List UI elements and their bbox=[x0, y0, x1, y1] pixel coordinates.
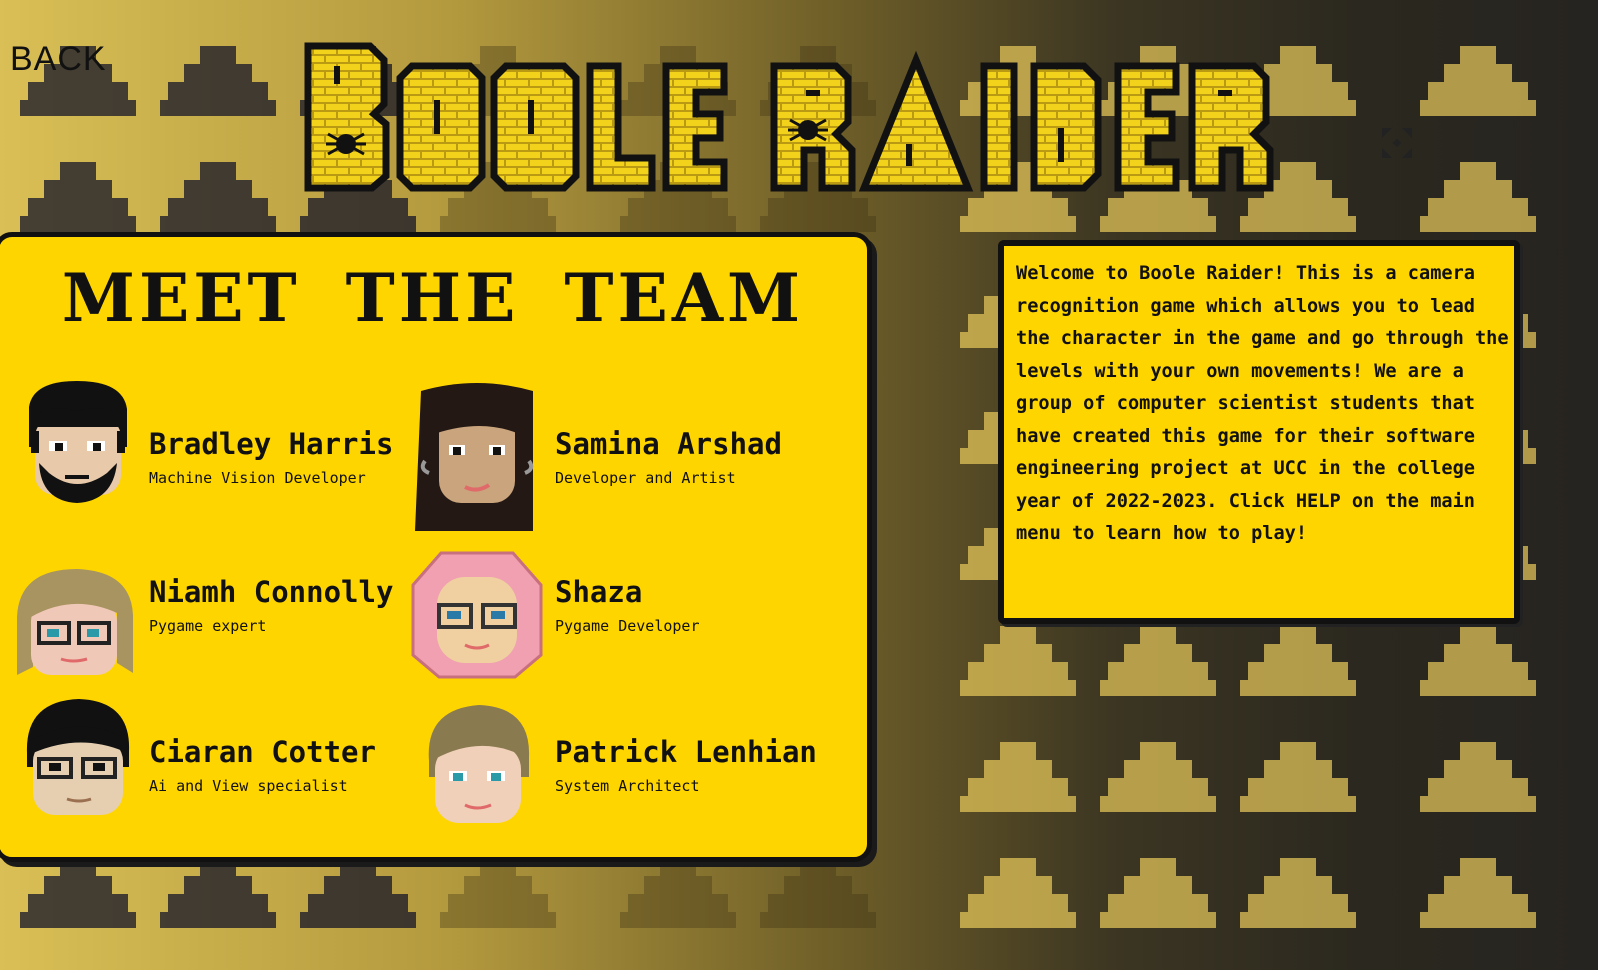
avatar-shaza bbox=[411, 551, 543, 679]
pyramid-tile bbox=[1240, 858, 1356, 928]
member-role: Developer and Artist bbox=[555, 469, 736, 487]
pyramid-tile bbox=[1100, 742, 1216, 812]
member-name: Patrick Lenhian bbox=[555, 735, 817, 769]
meet-the-team-panel: MEET THE TEAM Bradley Harris Machine Vis… bbox=[0, 232, 872, 862]
pyramid-tile bbox=[620, 858, 736, 928]
pyramid-tile bbox=[300, 858, 416, 928]
pyramid-tile bbox=[1240, 742, 1356, 812]
member-role: Pygame expert bbox=[149, 617, 267, 635]
pyramid-tile bbox=[20, 162, 136, 232]
meet-the-team-title: MEET THE TEAM bbox=[61, 259, 805, 337]
crosshair-cursor-icon bbox=[1382, 128, 1412, 158]
pyramid-tile bbox=[1240, 626, 1356, 696]
member-name: Shaza bbox=[555, 575, 643, 609]
pyramid-tile bbox=[960, 858, 1076, 928]
pyramid-tile bbox=[160, 858, 276, 928]
member-name: Samina Arshad bbox=[555, 427, 782, 461]
back-button[interactable]: BACK bbox=[10, 40, 107, 79]
pyramid-tile bbox=[1420, 626, 1536, 696]
member-role: Pygame Developer bbox=[555, 617, 700, 635]
member-name: Ciaran Cotter bbox=[149, 735, 376, 769]
member-role: Ai and View specialist bbox=[149, 777, 348, 795]
pyramid-tile bbox=[1420, 46, 1536, 116]
pyramid-tile bbox=[960, 626, 1076, 696]
pyramid-tile bbox=[1420, 742, 1536, 812]
member-role: Machine Vision Developer bbox=[149, 469, 366, 487]
about-game-panel: Welcome to Boole Raider! This is a camer… bbox=[998, 240, 1520, 624]
avatar-ciaran-cotter bbox=[26, 699, 130, 815]
pyramid-tile bbox=[160, 46, 276, 116]
pyramid-tile bbox=[760, 858, 876, 928]
pyramid-tile bbox=[160, 162, 276, 232]
pyramid-tile bbox=[1100, 626, 1216, 696]
pyramid-tile bbox=[1100, 858, 1216, 928]
about-game-text: Welcome to Boole Raider! This is a camer… bbox=[1016, 263, 1509, 544]
member-name: Bradley Harris bbox=[149, 427, 394, 461]
avatar-patrick-lenhian bbox=[428, 705, 530, 823]
pyramid-tile bbox=[440, 858, 556, 928]
boole-raider-logo bbox=[304, 42, 1274, 192]
avatar-bradley-harris bbox=[29, 381, 127, 503]
member-role: System Architect bbox=[555, 777, 700, 795]
member-name: Niamh Connolly bbox=[149, 575, 394, 609]
pyramid-tile bbox=[960, 742, 1076, 812]
pyramid-tile bbox=[1420, 162, 1536, 232]
pyramid-tile bbox=[20, 858, 136, 928]
avatar-samina-arshad bbox=[415, 383, 534, 531]
pyramid-tile bbox=[1420, 858, 1536, 928]
avatar-niamh-connolly bbox=[17, 569, 133, 675]
